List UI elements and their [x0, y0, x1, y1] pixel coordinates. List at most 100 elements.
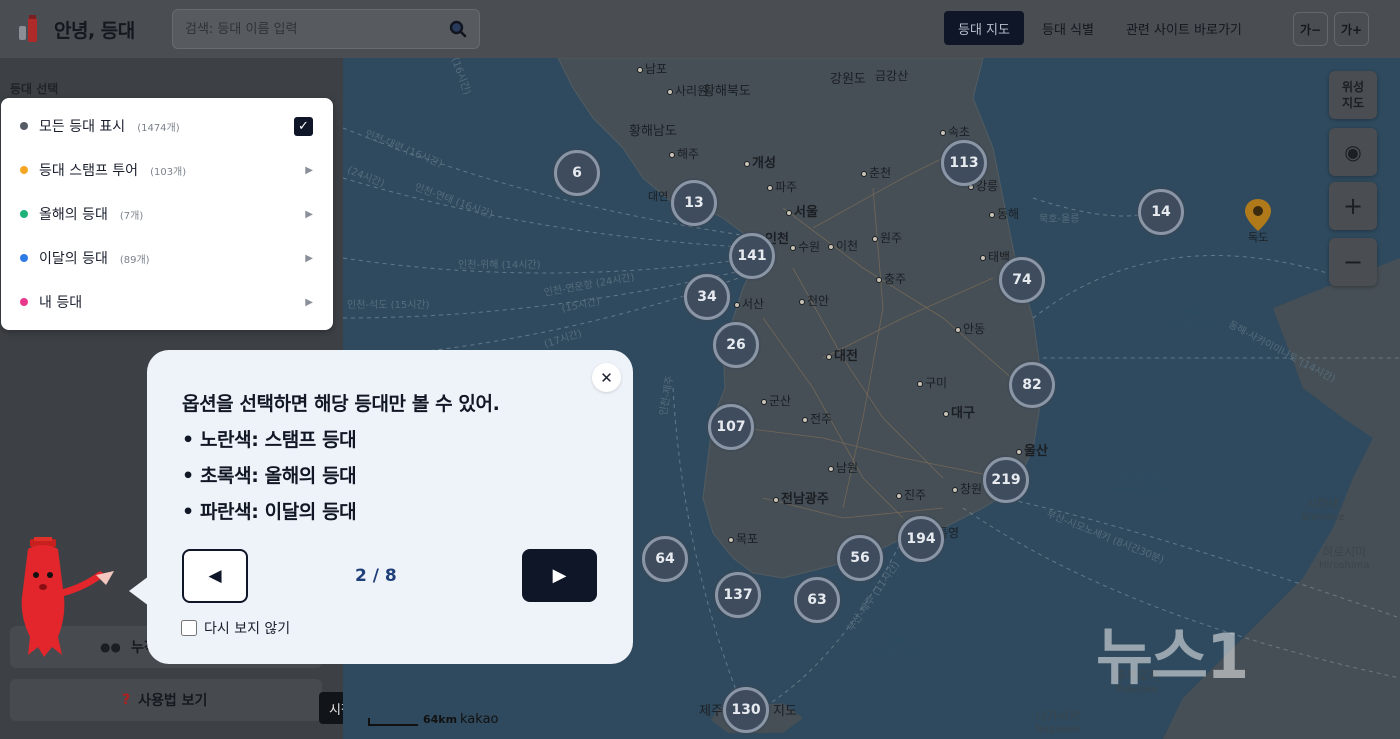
dokdo-label: 독도 [1248, 231, 1269, 244]
tutorial-line: • 노란색: 스탬프 등대 [182, 429, 357, 451]
triangle-left-icon: ◀ [208, 566, 222, 586]
expand-arrow-icon[interactable]: ▶ [305, 165, 313, 176]
zoom-in-button[interactable]: + [1329, 182, 1377, 230]
filter-label: 이달의 등대 [39, 251, 108, 267]
blue-dot-icon [20, 254, 28, 262]
lighthouse-cluster[interactable]: 74 [999, 257, 1045, 303]
search-box[interactable] [172, 9, 480, 49]
ferry-route-label: 묵호-울릉 [1039, 214, 1080, 225]
search-input[interactable] [185, 21, 449, 37]
news1-watermark: 뉴스1 [1096, 620, 1249, 693]
city-label: 전남광주 [773, 488, 829, 507]
triangle-right-icon: ▶ [552, 565, 567, 586]
nav-lighthouse-map[interactable]: 등대 지도 [944, 11, 1024, 45]
map-pin-icon[interactable] [1244, 198, 1272, 232]
checkbox-checked-icon[interactable]: ✓ [294, 116, 313, 136]
search-icon[interactable] [449, 20, 467, 38]
lighthouse-cluster[interactable]: 141 [729, 233, 775, 279]
city-label: 해주 [669, 145, 699, 162]
filter-all[interactable]: 모든 등대 표시 (1474개) ✓ [1, 104, 333, 148]
lighthouse-cluster[interactable]: 113 [941, 140, 987, 186]
city-label: 전주 [802, 410, 832, 427]
city-label: 서울 [786, 201, 818, 220]
filter-label: 모든 등대 표시 [39, 119, 126, 135]
city-label: 춘천 [861, 164, 891, 181]
lighthouse-cluster[interactable]: 56 [837, 535, 883, 581]
main-nav: 등대 지도 등대 식별 관련 사이트 바로가기 [944, 11, 1260, 45]
filter-count: (89개) [119, 254, 150, 266]
pink-dot-icon [20, 298, 28, 306]
expand-arrow-icon[interactable]: ▶ [305, 253, 313, 264]
filter-count: (1474개) [137, 122, 180, 134]
tutorial-text: 옵션을 선택하면 해당 등대만 볼 수 있어. • 노란색: 스탬프 등대 • … [182, 386, 500, 530]
region-label: 강원도 [830, 72, 866, 87]
city-label: 군산 [761, 392, 791, 409]
lighthouse-cluster[interactable]: 107 [708, 404, 754, 450]
prev-button[interactable]: ◀ [182, 549, 248, 603]
help-label: 사용법 보기 [138, 693, 208, 709]
city-label: 원주 [872, 229, 902, 246]
lighthouse-cluster[interactable]: 130 [723, 687, 769, 733]
city-label: 대연 [648, 190, 669, 203]
city-label: 창원 [952, 480, 982, 497]
dont-show-checkbox[interactable] [181, 620, 197, 636]
zoom-out-button[interactable]: − [1329, 238, 1377, 286]
nav-related-sites[interactable]: 관련 사이트 바로가기 [1112, 11, 1256, 45]
region-label: 황해남도 [629, 124, 677, 139]
expand-arrow-icon[interactable]: ▶ [305, 209, 313, 220]
lighthouse-cluster[interactable]: 64 [642, 536, 688, 582]
lighthouse-cluster[interactable]: 34 [684, 274, 730, 320]
ferry-route-label: 인천-위해 (14시간) [458, 260, 541, 271]
sea-label: 남해 South Sea [871, 633, 922, 660]
gray-dot-icon [20, 122, 28, 130]
lighthouse-cluster[interactable]: 14 [1138, 189, 1184, 235]
close-icon[interactable]: ✕ [592, 363, 621, 392]
filter-stamp-tour[interactable]: 등대 스탬프 투어 (103개) ▶ [1, 148, 333, 192]
tutorial-line: • 파란색: 이달의 등대 [182, 501, 357, 523]
city-label: 진주 [896, 486, 926, 503]
tutorial-line: 옵션을 선택하면 해당 등대만 볼 수 있어. [182, 393, 500, 415]
logo[interactable]: 안녕, 등대 [16, 14, 166, 44]
lighthouse-logo-icon [19, 15, 37, 42]
lighthouse-cluster[interactable]: 13 [671, 180, 717, 226]
city-label: 목포 [728, 530, 758, 547]
city-label: 남원 [828, 459, 858, 476]
city-label: 금강산 [875, 69, 909, 83]
help-button[interactable]: ? 사용법 보기 [10, 679, 322, 721]
lighthouse-cluster[interactable]: 63 [794, 577, 840, 623]
city-label: 속초 [940, 123, 970, 140]
city-label: 사리원 [667, 82, 708, 99]
city-label: 대전 [826, 345, 858, 364]
sea-label: 동해 East Sea [1171, 305, 1215, 332]
expand-arrow-icon[interactable]: ▶ [305, 297, 313, 308]
lighthouse-cluster[interactable]: 6 [554, 150, 600, 196]
lighthouse-cluster[interactable]: 219 [983, 457, 1029, 503]
tutorial-popup: ✕ 옵션을 선택하면 해당 등대만 볼 수 있어. • 노란색: 스탬프 등대 … [129, 350, 633, 664]
next-button[interactable]: ▶ [522, 549, 597, 602]
locate-icon[interactable]: ◉ [1329, 128, 1377, 176]
filter-this-year[interactable]: 올해의 등대 (7개) ▶ [1, 192, 333, 236]
dont-show-label: 다시 보지 않기 [204, 621, 291, 637]
scale-label: 64km [423, 713, 458, 726]
dont-show-again[interactable]: 다시 보지 않기 [181, 618, 290, 638]
lighthouse-cluster[interactable]: 82 [1009, 362, 1055, 408]
lighthouse-cluster[interactable]: 137 [715, 572, 761, 618]
filter-my-lighthouse[interactable]: 내 등대 ▶ [1, 280, 333, 324]
lighthouse-cluster[interactable]: 26 [713, 322, 759, 368]
city-label: 구미 [917, 374, 947, 391]
nav-lighthouse-identify[interactable]: 등대 식별 [1028, 11, 1108, 45]
filter-this-month[interactable]: 이달의 등대 (89개) ▶ [1, 236, 333, 280]
city-label: 수원 [790, 238, 820, 255]
scale-bar-icon [368, 718, 418, 726]
sidebar-title: 등대 선택 [10, 82, 59, 96]
city-label: 천안 [799, 292, 829, 309]
green-dot-icon [20, 210, 28, 218]
lighthouse-filter-menu: 모든 등대 표시 (1474개) ✓ 등대 스탬프 투어 (103개) ▶ 올해… [1, 98, 333, 330]
satellite-map-button[interactable]: 위성 지도 [1329, 71, 1377, 119]
yellow-dot-icon [20, 166, 28, 174]
font-larger-button[interactable]: 가+ [1334, 12, 1369, 46]
filter-count: (7개) [119, 210, 144, 222]
lighthouse-cluster[interactable]: 194 [898, 516, 944, 562]
city-label: 서산 [734, 295, 764, 312]
font-smaller-button[interactable]: 가− [1293, 12, 1328, 46]
